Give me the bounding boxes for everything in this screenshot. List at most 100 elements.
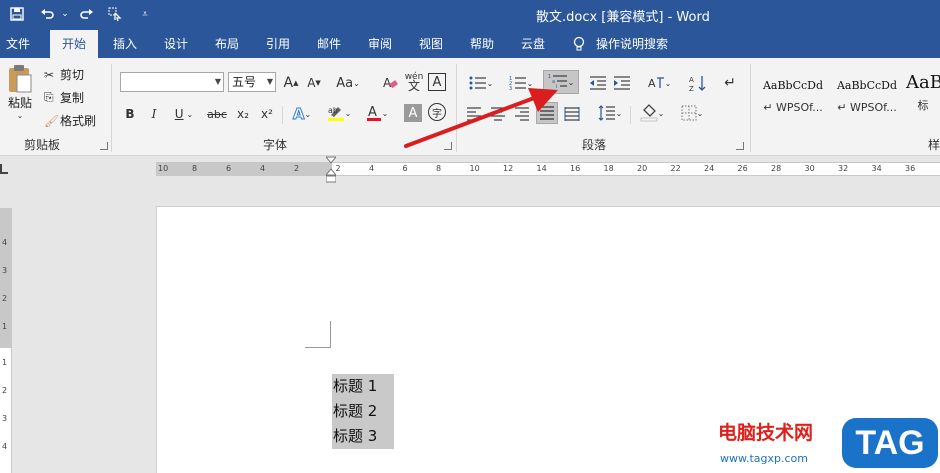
format-painter-label: 格式刷 <box>60 114 97 128</box>
strikethrough-button[interactable]: abc <box>206 104 228 124</box>
ruler-number: 8 <box>436 164 442 173</box>
ruler-number: 3 <box>2 266 8 275</box>
vertical-ruler[interactable]: 4 3 2 1 1 2 3 4 <box>0 208 12 473</box>
style-item[interactable]: AaB 标 <box>906 66 940 126</box>
line-spacing-icon <box>598 105 615 121</box>
sort-icon: AZ <box>689 76 706 92</box>
style-name: ↵ WPSOf... <box>763 101 823 114</box>
tab-layout[interactable]: 布局 <box>208 30 246 58</box>
grow-font-button[interactable]: A ▲ <box>282 73 300 93</box>
shrink-font-icon: A <box>307 76 316 90</box>
ruler-number: 28 <box>771 164 782 173</box>
change-case-button[interactable]: Aa ⌄ <box>333 73 363 93</box>
bold-button[interactable]: B <box>122 104 138 124</box>
style-item[interactable]: AaBbCcDd ↵ WPSOf... <box>758 66 828 126</box>
tab-home[interactable]: 开始 <box>50 30 98 58</box>
text-effect-button[interactable]: A ⌄ <box>288 104 316 124</box>
ruler-number: 4 <box>2 238 8 247</box>
copy-icon: ⎘ <box>44 90 54 104</box>
tab-review[interactable]: 审阅 <box>361 30 399 58</box>
eraser-icon: A <box>383 76 398 90</box>
clipboard-launcher-icon[interactable] <box>100 142 108 150</box>
line-spacing-button[interactable]: ⌄ <box>594 102 626 124</box>
group-divider <box>111 64 112 152</box>
grow-font-icon: A <box>283 75 294 91</box>
ruler-margin <box>156 163 332 175</box>
touch-mode-icon[interactable] <box>106 5 124 23</box>
svg-text:Z: Z <box>689 85 694 92</box>
font-color-button[interactable]: A ⌄ <box>362 102 392 124</box>
ruler-number: 32 <box>838 164 849 173</box>
tab-view[interactable]: 视图 <box>412 30 450 58</box>
sort-button[interactable]: AZ <box>688 72 708 94</box>
svg-text:A: A <box>383 76 392 90</box>
ruler-number: 30 <box>804 164 815 173</box>
chinese-layout-button[interactable]: A ⌄ <box>642 72 676 94</box>
superscript-button[interactable]: x² <box>258 104 276 124</box>
ruler-number: 24 <box>704 164 715 173</box>
ruler-number: 4 <box>369 164 375 173</box>
tab-design[interactable]: 设计 <box>157 30 195 58</box>
copy-button[interactable]: ⎘ 复制 <box>44 89 84 106</box>
paint-bucket-icon <box>640 104 657 122</box>
customize-icon[interactable]: ⩡ <box>136 5 154 23</box>
cut-label: 剪切 <box>60 68 85 82</box>
shrink-font-button[interactable]: A ▼ <box>305 73 323 93</box>
tab-file[interactable]: 文件 <box>0 30 36 58</box>
paste-button[interactable]: 粘贴 ⌄ <box>4 64 36 120</box>
subscript-button[interactable]: x₂ <box>234 104 252 124</box>
heading-line[interactable]: 标题 1 <box>332 374 394 399</box>
indent-marker-icon[interactable] <box>324 156 338 184</box>
ruler-number: 18 <box>603 164 614 173</box>
paragraph-launcher-icon[interactable] <box>736 142 744 150</box>
cut-button[interactable]: ✂ 剪切 <box>44 66 84 83</box>
horizontal-ruler[interactable]: 10 8 6 4 2 2 4 6 8 10 12 14 16 18 20 22 24 26 28 30 32 34 36 <box>156 162 940 176</box>
ruler-number: 26 <box>737 164 748 173</box>
increase-indent-button[interactable] <box>612 72 632 94</box>
chevron-down-icon: ▼ <box>266 77 273 86</box>
tab-references[interactable]: 引用 <box>259 30 297 58</box>
tab-cloud[interactable]: 云盘 <box>514 30 552 58</box>
underline-button[interactable]: U ⌄ <box>170 104 198 124</box>
shading-button[interactable]: ⌄ <box>636 102 668 124</box>
style-item[interactable]: AaBbCcDd ↵ WPSOf... <box>832 66 902 126</box>
horizontal-ruler-area: 10 8 6 4 2 2 4 6 8 10 12 14 16 18 20 22 24 26 28 30 32 34 36 <box>0 156 940 184</box>
undo-icon[interactable] <box>38 5 56 23</box>
chinese-layout-icon: A <box>648 77 664 90</box>
borders-button[interactable]: ⌄ <box>676 102 708 124</box>
site-watermark: 电脑技术网 www.tagxp.com TAG <box>706 414 940 473</box>
ruler-number: 12 <box>503 164 514 173</box>
paste-label: 粘贴 <box>7 96 32 110</box>
ruler-number: 16 <box>570 164 581 173</box>
tab-selector-icon[interactable] <box>0 164 8 174</box>
tab-insert[interactable]: 插入 <box>106 30 144 58</box>
style-sample: AaBbCcDd <box>762 79 824 92</box>
font-size-combo[interactable]: 五号 ▼ <box>228 72 276 92</box>
heading-line[interactable]: 标题 2 <box>332 399 394 424</box>
highlight-button[interactable]: ab ⌄ <box>324 102 354 124</box>
clear-formatting-button[interactable]: A <box>380 73 400 93</box>
heading-line[interactable]: 标题 3 <box>332 424 394 449</box>
redo-icon[interactable] <box>78 5 96 23</box>
watermark-site-name: 电脑技术网 <box>718 422 814 444</box>
format-painter-button[interactable]: 🖌 格式刷 <box>44 112 96 129</box>
font-name-combo[interactable]: ▼ <box>120 72 224 92</box>
scissors-icon: ✂ <box>44 67 55 82</box>
svg-text:A: A <box>648 77 656 90</box>
show-marks-button[interactable]: ↵ <box>720 72 740 94</box>
svg-text:ab: ab <box>328 106 338 115</box>
italic-button[interactable]: I <box>146 104 162 124</box>
paste-dropdown-icon: ⌄ <box>16 111 24 120</box>
tab-mailings[interactable]: 邮件 <box>310 30 348 58</box>
undo-dropdown-icon[interactable]: ⌄ <box>56 5 74 23</box>
paragraph-group-label: 段落 <box>582 138 607 152</box>
decrease-indent-button[interactable] <box>588 72 608 94</box>
tell-me-search[interactable]: 操作说明搜索 <box>596 30 680 58</box>
tab-help[interactable]: 帮助 <box>463 30 501 58</box>
paintbrush-icon: 🖌 <box>44 113 60 128</box>
ruler-number: 22 <box>670 164 681 173</box>
save-icon[interactable] <box>8 5 26 23</box>
chevron-down-icon: ▼ <box>214 77 221 86</box>
style-sample: AaBbCcDd <box>836 79 898 92</box>
underline-icon: U <box>174 107 184 121</box>
